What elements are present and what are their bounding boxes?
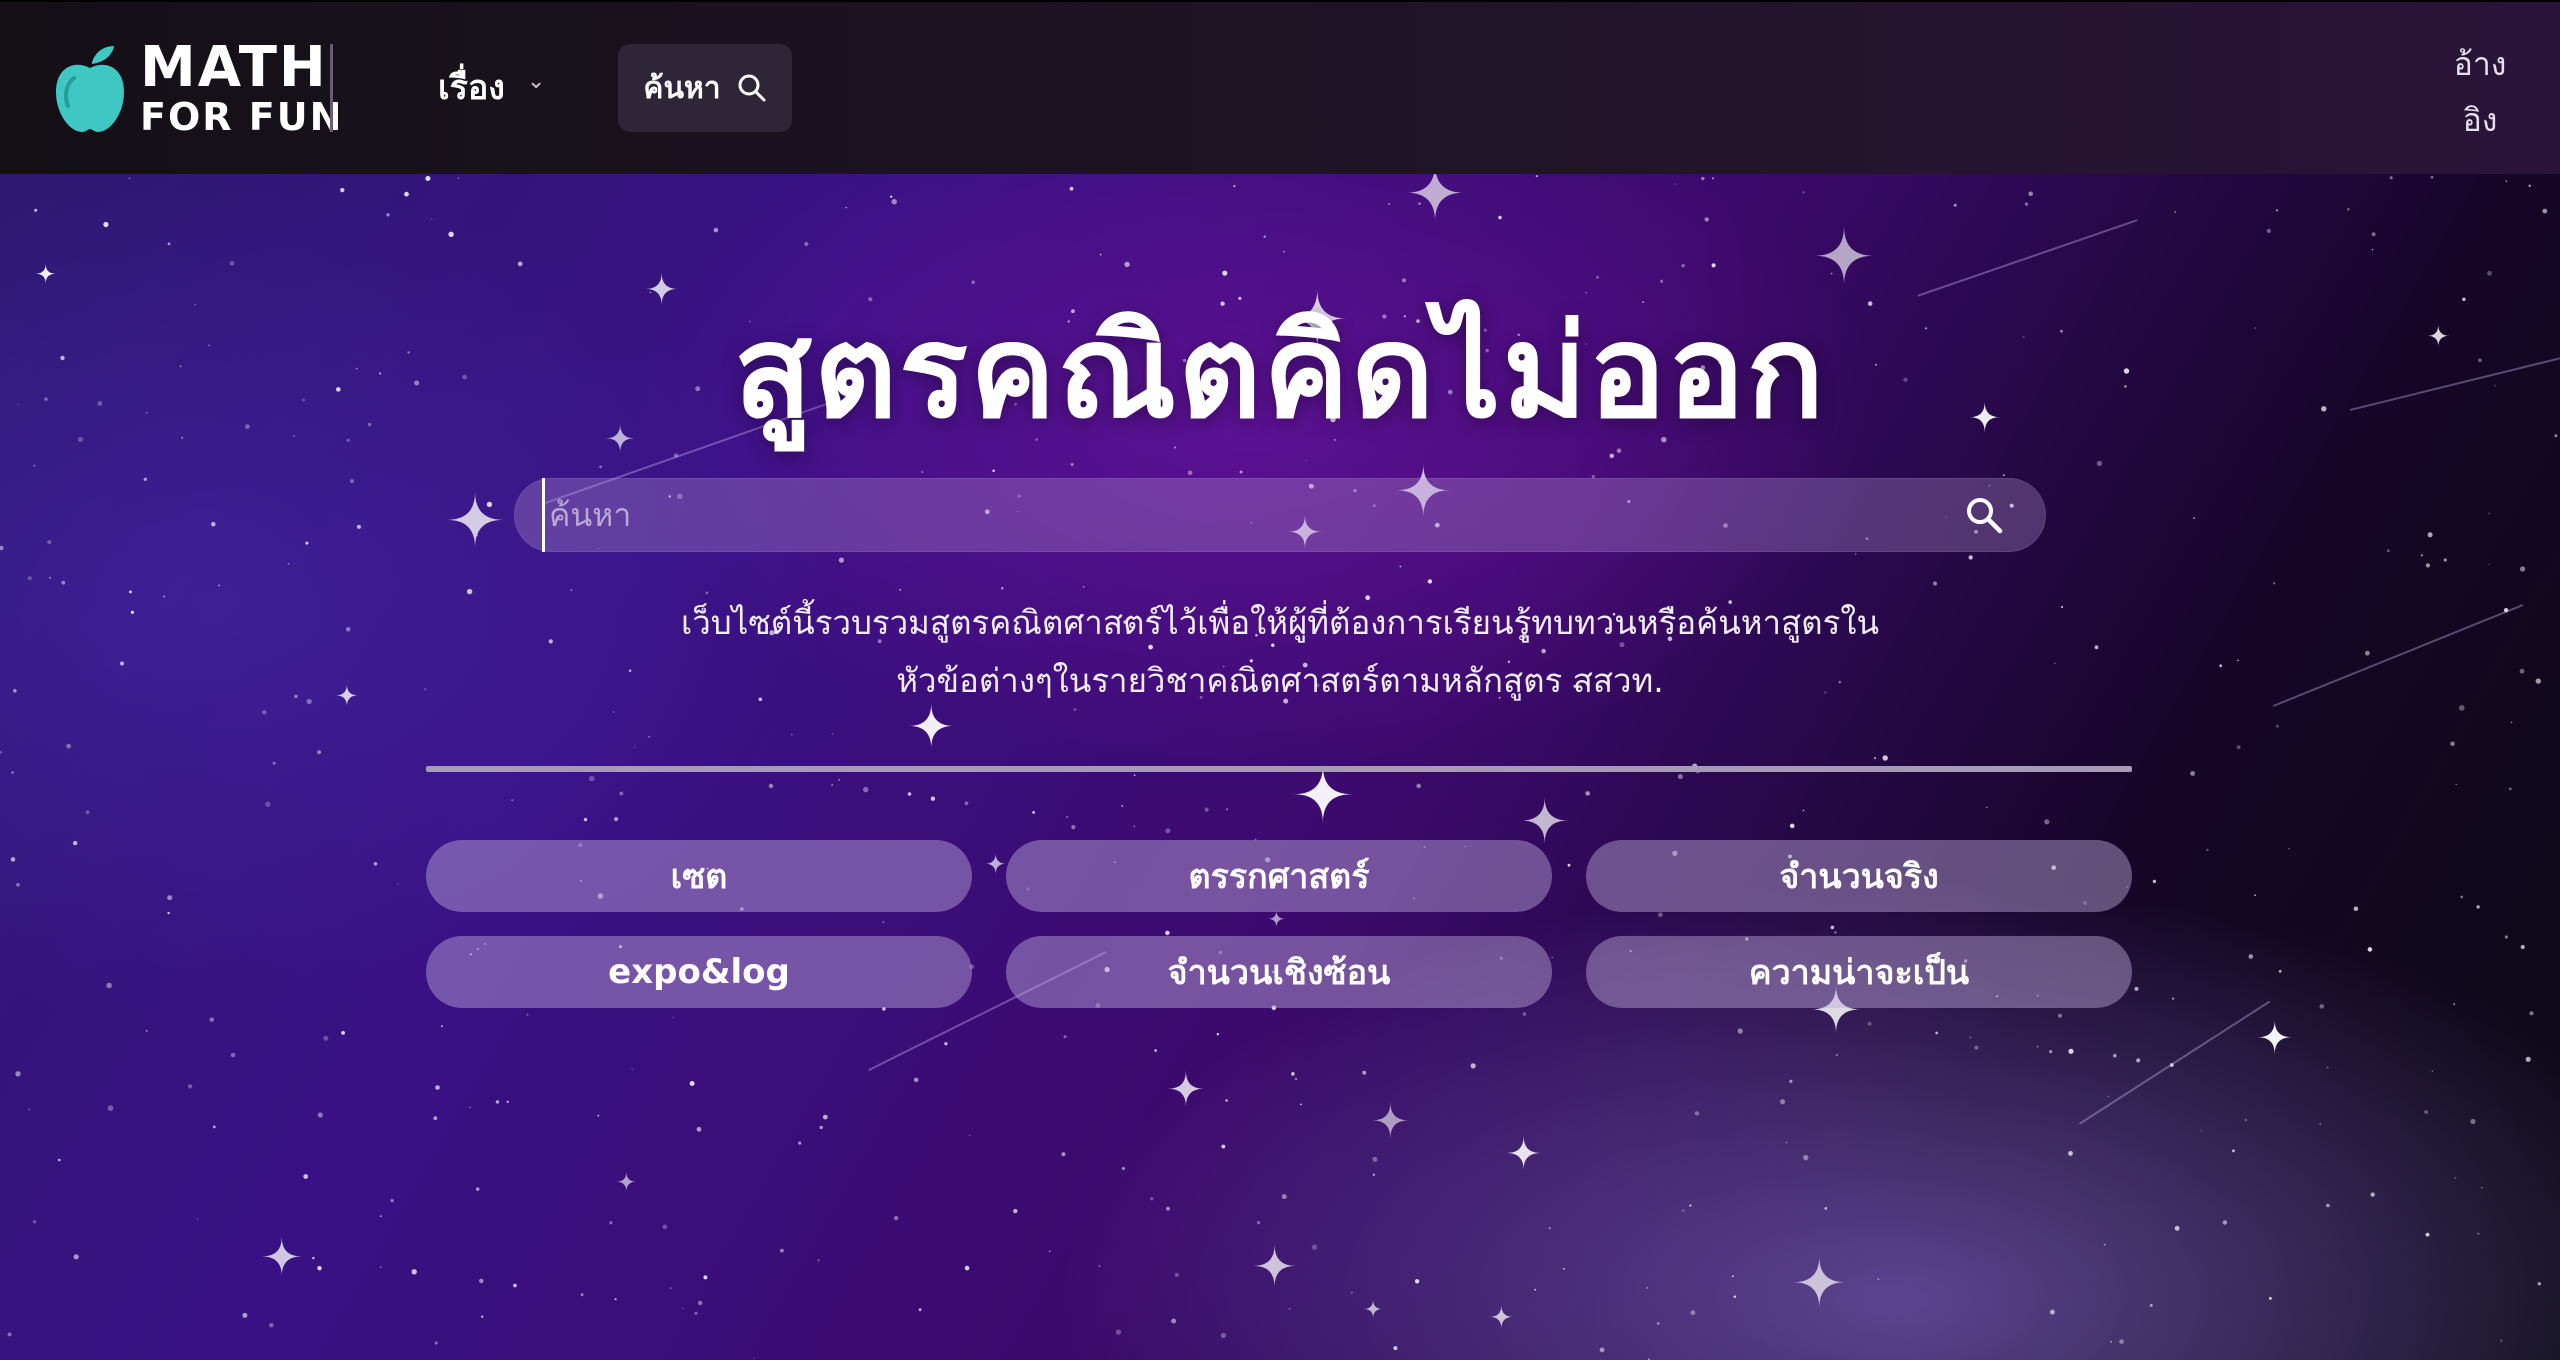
logo-text-math: MATH xyxy=(140,35,328,100)
nav-topics-label: เรื่อง xyxy=(438,68,505,108)
site-description-line2: หัวข้อต่างๆในรายวิชาคณิตศาสตร์ตามหลักสูต… xyxy=(896,661,1664,700)
topic-button-expo-log[interactable]: expo&log xyxy=(426,936,972,1008)
hero-search-bar xyxy=(514,478,2046,552)
top-navbar: MATH FOR FUN เรื่อง ⌄ ค้นหา อ้าง อิง xyxy=(0,0,2560,174)
section-divider xyxy=(426,766,2132,772)
logo-text-for-fun: FOR FUN xyxy=(140,95,344,139)
topic-button-set[interactable]: เซต xyxy=(426,840,972,912)
nav-search-label: ค้นหา xyxy=(643,70,721,106)
topic-button-grid: เซต ตรรกศาสตร์ จำนวนจริง expo&log จำนวนเ… xyxy=(426,840,2132,1008)
nav-search-button[interactable]: ค้นหา xyxy=(618,44,792,132)
chevron-down-icon: ⌄ xyxy=(526,68,546,94)
reference-link[interactable]: อ้าง อิง xyxy=(2448,36,2512,148)
topic-button-probability[interactable]: ความน่าจะเป็น xyxy=(1586,936,2132,1008)
site-description: เว็บไซต์นี้รวบรวมสูตรคณิตศาสตร์ไว้เพื่อใ… xyxy=(580,594,1980,710)
search-icon xyxy=(738,74,766,102)
topic-button-complex-numbers[interactable]: จำนวนเชิงซ้อน xyxy=(1006,936,1552,1008)
search-icon[interactable] xyxy=(1964,495,2004,535)
topic-button-real-numbers[interactable]: จำนวนจริง xyxy=(1586,840,2132,912)
apple-logo-icon xyxy=(56,46,124,132)
reference-link-line2: อิง xyxy=(2462,101,2498,139)
reference-link-line1: อ้าง xyxy=(2453,45,2507,83)
site-logo[interactable]: MATH FOR FUN xyxy=(52,35,344,139)
logo-divider xyxy=(330,44,333,132)
hero-search-input[interactable] xyxy=(542,478,1942,552)
hero-title: สูตรคณิตคิดไม่ออก xyxy=(733,298,1827,447)
topic-button-logic[interactable]: ตรรกศาสตร์ xyxy=(1006,840,1552,912)
nav-topics-dropdown[interactable]: เรื่อง ⌄ xyxy=(438,60,545,114)
site-description-line1: เว็บไซต์นี้รวบรวมสูตรคณิตศาสตร์ไว้เพื่อใ… xyxy=(680,603,1880,642)
